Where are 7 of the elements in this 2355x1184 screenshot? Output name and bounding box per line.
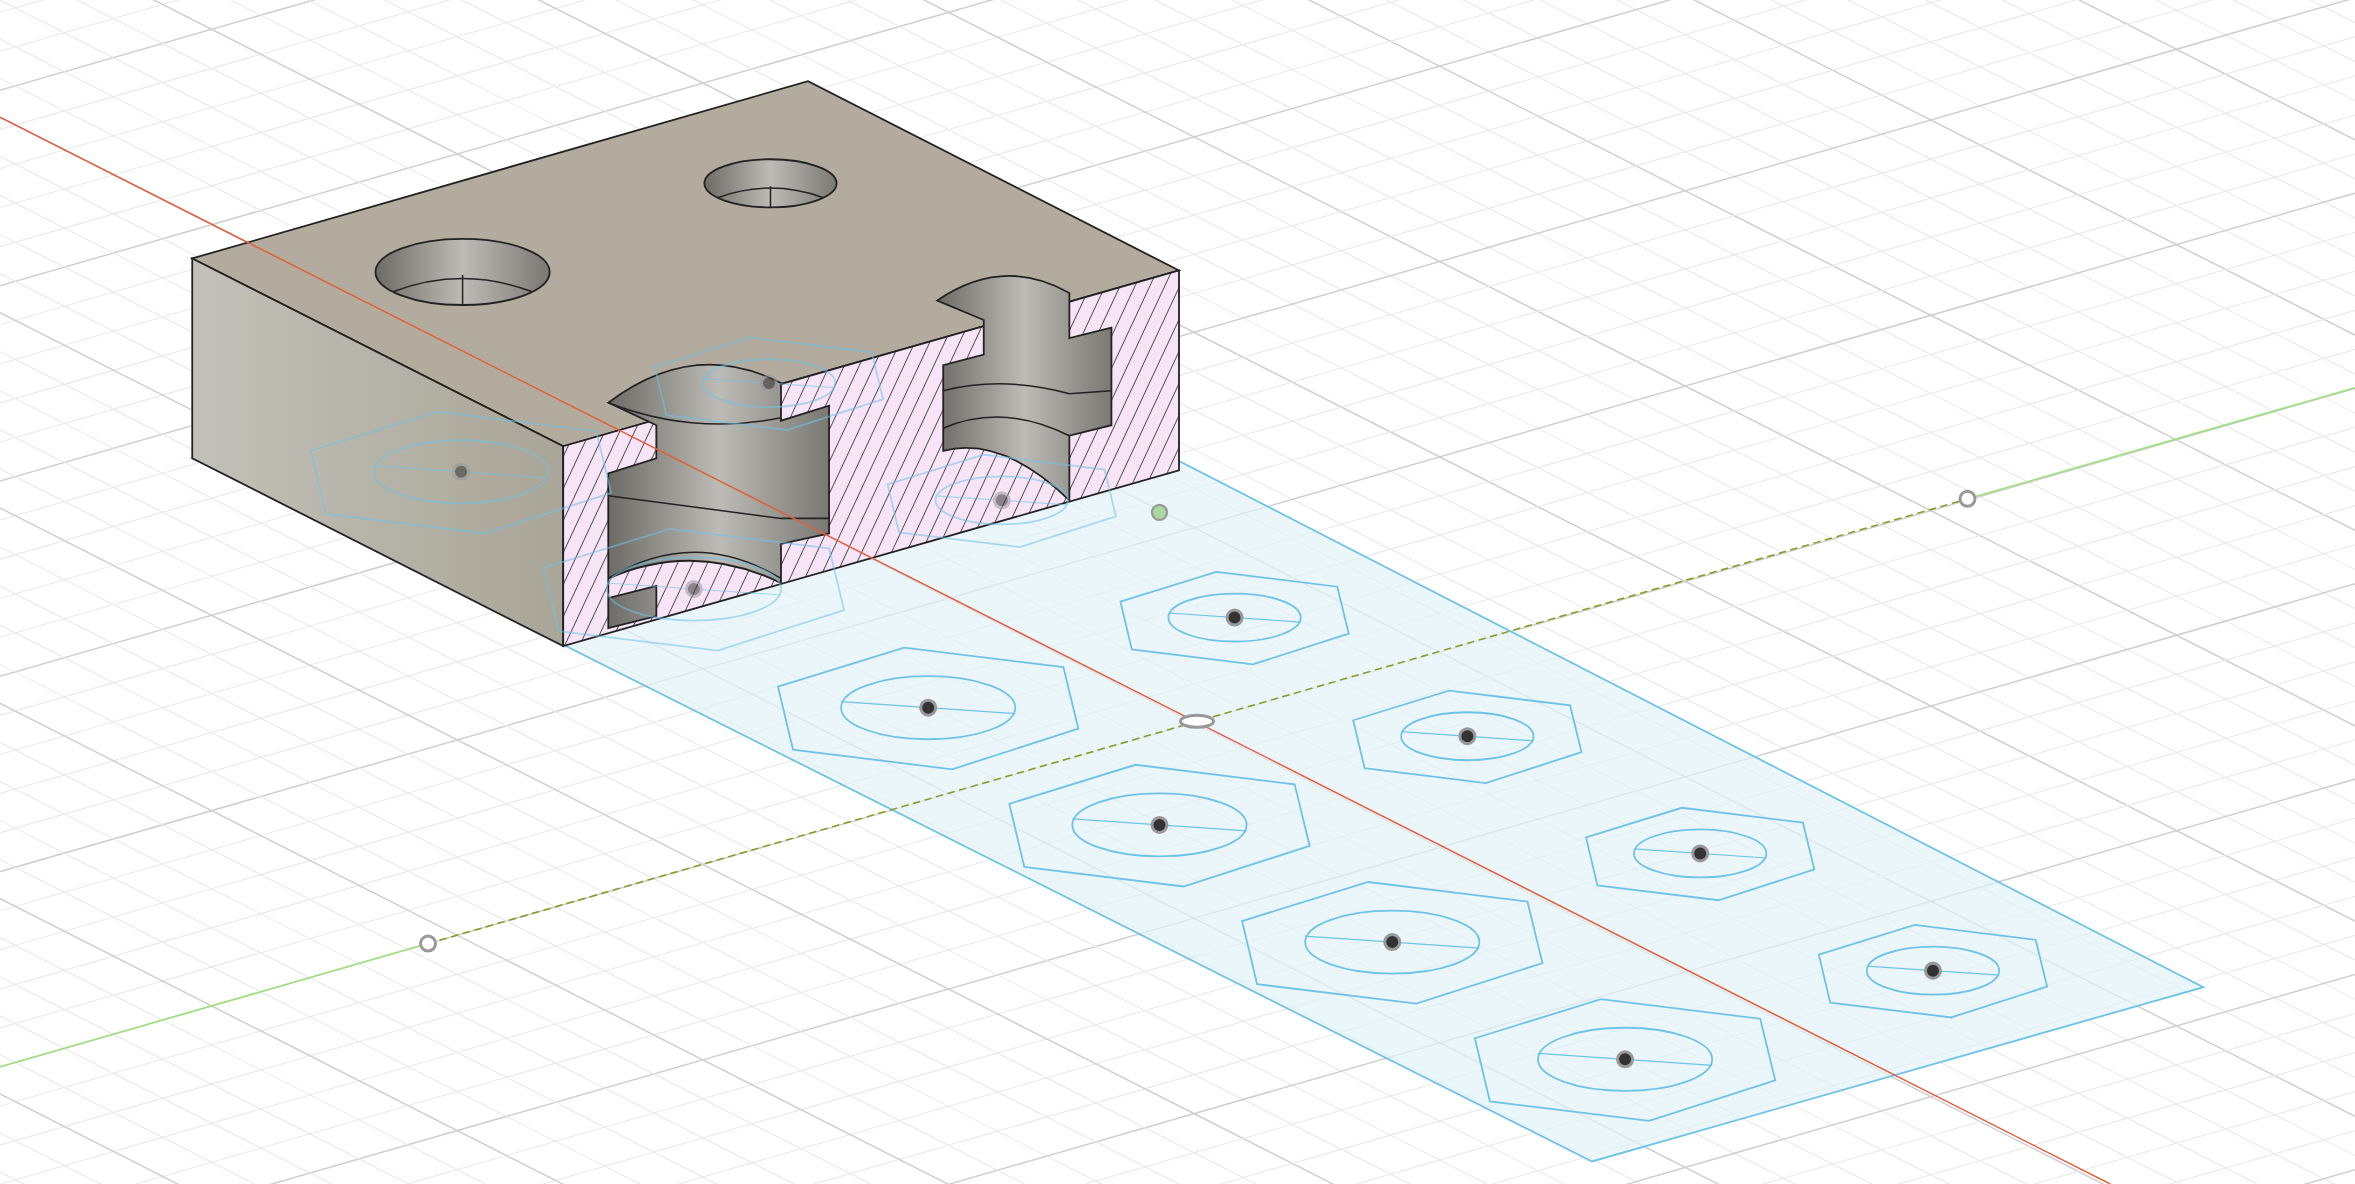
origin-icon[interactable]: [1179, 713, 1216, 729]
point-icon[interactable]: [1150, 503, 1169, 521]
hex-profile-drawing[interactable]: [542, 527, 846, 652]
hex-profile-drawing[interactable]: [653, 336, 885, 431]
point-icon[interactable]: [1958, 489, 1977, 508]
point-icon[interactable]: [419, 934, 438, 953]
hex-profile-drawing[interactable]: [886, 453, 1117, 549]
